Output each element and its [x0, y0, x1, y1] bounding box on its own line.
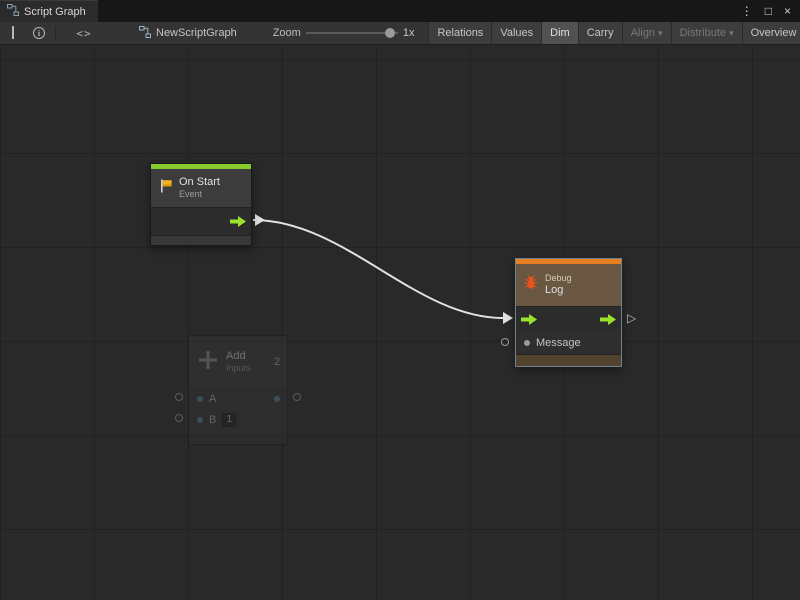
inputs-count[interactable]: 2 [274, 356, 280, 368]
node-add-ghost[interactable]: Add Inputs 2 A B 1 [188, 335, 288, 445]
distribute-button[interactable]: Distribute ▾ [671, 22, 742, 44]
node-header: On Start Event [151, 169, 251, 207]
info-icon: i [33, 27, 45, 39]
info-button[interactable]: i [26, 22, 52, 44]
flag-icon [158, 178, 173, 199]
node-footer [151, 235, 251, 245]
output-port-dot[interactable] [274, 396, 280, 402]
unconnected-output-circle[interactable] [293, 393, 301, 401]
port-row-b: B 1 [189, 409, 287, 430]
code-icon: <> [76, 27, 91, 40]
values-button[interactable]: Values [491, 22, 541, 44]
node-debug-log[interactable]: Debug Log Message [515, 258, 622, 367]
value-port-dot[interactable] [524, 340, 530, 346]
graph-name-label: NewScriptGraph [156, 27, 237, 39]
node-subtitle: Event [179, 189, 220, 200]
toolbar-separator [55, 26, 56, 41]
window-controls: ⋮ □ × [741, 0, 800, 22]
code-button[interactable]: <> [71, 22, 97, 44]
node-category: Debug [545, 273, 572, 284]
zoom-slider-handle[interactable] [385, 28, 395, 38]
tab-script-graph[interactable]: Script Graph [0, 0, 98, 22]
node-footer [516, 354, 621, 366]
dim-label: Dim [550, 27, 570, 39]
close-icon[interactable]: × [784, 5, 791, 17]
toolbar-button-group: Relations Values Dim Carry Align ▾ Distr… [428, 22, 800, 44]
port-label: Message [536, 337, 581, 349]
relations-button[interactable]: Relations [428, 22, 491, 44]
flow-port-row [151, 207, 251, 235]
bug-icon [523, 275, 539, 295]
lock-button[interactable] [0, 22, 26, 44]
zoom-slider[interactable] [306, 22, 398, 44]
node-title: Add [226, 350, 251, 364]
flow-output-port[interactable] [600, 314, 616, 325]
tab-title: Script Graph [24, 6, 86, 18]
flow-output-port[interactable] [230, 216, 246, 227]
flow-port-row [516, 306, 621, 332]
port-label: B [209, 414, 216, 426]
zoom-label: Zoom [273, 27, 301, 39]
port-label: A [209, 393, 216, 405]
node-title: On Start [179, 176, 220, 190]
chevron-down-icon: ▾ [658, 28, 663, 39]
port-value-input[interactable]: 1 [222, 413, 236, 427]
align-label: Align [631, 27, 655, 39]
menu-icon[interactable]: ⋮ [741, 5, 753, 17]
unconnected-input-circle[interactable] [501, 338, 509, 346]
overview-label: Overview [751, 27, 797, 39]
carry-label: Carry [587, 27, 614, 39]
relations-label: Relations [437, 27, 483, 39]
input-port-a-dot[interactable] [197, 396, 203, 402]
node-header: Debug Log [516, 264, 621, 306]
port-row-a: A [189, 388, 287, 409]
window-titlebar: Script Graph ⋮ □ × [0, 0, 800, 22]
distribute-label: Distribute [680, 27, 726, 39]
script-graph-icon [7, 3, 19, 21]
graph-asset-icon [139, 26, 151, 41]
graph-name-button[interactable]: NewScriptGraph [131, 26, 245, 41]
node-title: Log [545, 284, 572, 298]
flow-input-port[interactable] [521, 314, 537, 325]
dim-button[interactable]: Dim [541, 22, 578, 44]
chevron-down-icon: ▾ [729, 28, 734, 39]
unconnected-input-circle[interactable] [175, 393, 183, 401]
input-port-b-dot[interactable] [197, 417, 203, 423]
wire-layer [0, 45, 800, 600]
node-on-start[interactable]: On Start Event [150, 163, 252, 246]
zoom-value: 1x [403, 27, 415, 39]
overview-button[interactable]: Overview [742, 22, 800, 44]
wire-on-start-to-log [253, 220, 503, 318]
wire-start-arrow [255, 214, 265, 226]
node-header: Add Inputs 2 [189, 336, 287, 388]
wire-end-arrow [503, 312, 513, 324]
maximize-icon[interactable]: □ [765, 5, 772, 17]
graph-toolbar: i <> NewScriptGraph Zoom 1x Relations Va… [0, 22, 800, 45]
lock-icon [12, 27, 14, 39]
carry-button[interactable]: Carry [578, 22, 622, 44]
values-label: Values [500, 27, 533, 39]
plus-icon [196, 348, 220, 377]
unconnected-input-circle[interactable] [175, 414, 183, 422]
unconnected-output-triangle[interactable]: ▷ [627, 312, 636, 324]
graph-canvas[interactable]: On Start Event [0, 45, 800, 600]
align-button[interactable]: Align ▾ [622, 22, 671, 44]
message-port-row: Message [516, 332, 621, 354]
node-subtitle: Inputs [226, 363, 251, 374]
